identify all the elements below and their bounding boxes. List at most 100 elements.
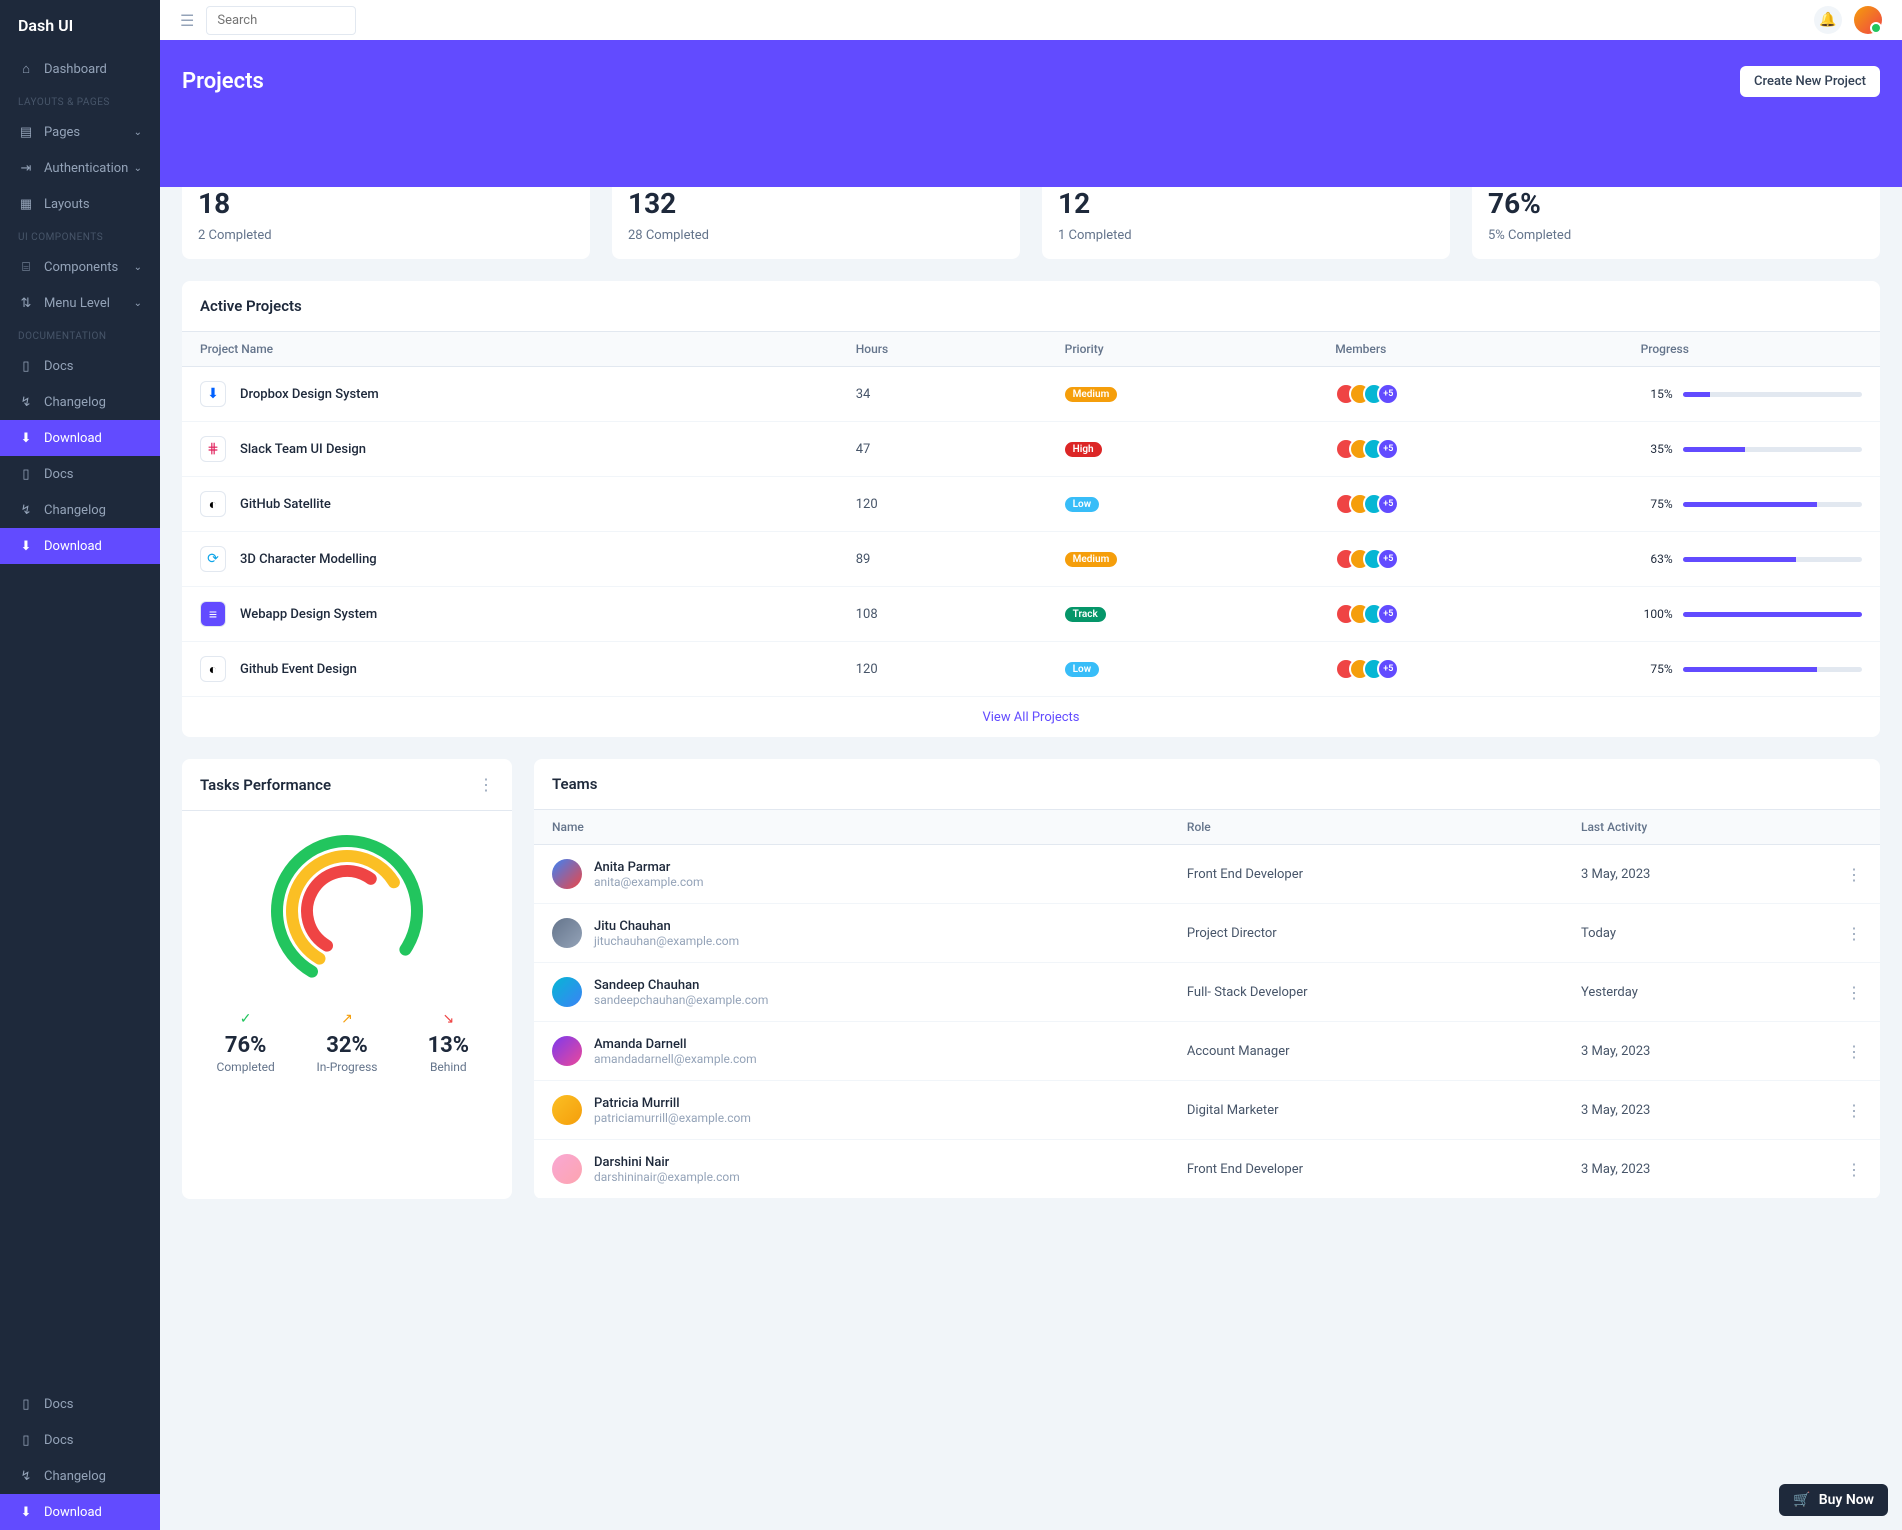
table-row[interactable]: ◐ GitHub Satellite 120 Low +5 75% (182, 477, 1880, 532)
sidebar-item-label: Components (44, 260, 118, 275)
clipboard-icon: ▯ (18, 1396, 34, 1412)
stat-value: 12 (1058, 187, 1434, 220)
view-all-link[interactable]: View All Projects (982, 710, 1079, 725)
table-row[interactable]: ≡ Webapp Design System 108 Track +5 100% (182, 587, 1880, 642)
team-member-name: Patricia Murrill (594, 1096, 751, 1111)
member-more[interactable]: +5 (1377, 438, 1399, 460)
search-input[interactable] (206, 6, 356, 35)
members: +5 (1335, 658, 1604, 680)
teams-table: Name Role Last Activity Anita Parmar ani… (534, 810, 1880, 1199)
sidebar-item-components[interactable]: ⌸ Components ⌄ (0, 249, 160, 285)
table-row[interactable]: Amanda Darnell amandadarnell@example.com… (534, 1022, 1880, 1081)
sidebar-item-menu-level[interactable]: ⇅ Menu Level ⌄ (0, 285, 160, 321)
sidebar-item-docs-4[interactable]: ▯ Docs (0, 1422, 160, 1458)
row-menu-icon[interactable]: ⋮ (1846, 865, 1862, 884)
user-avatar[interactable] (1854, 6, 1882, 34)
layout-icon: ▦ (18, 196, 34, 212)
team-role: Account Manager (1169, 1022, 1563, 1081)
sidebar-item-changelog-3[interactable]: ↯ Changelog (0, 1458, 160, 1494)
main: ☰ 🔔 Projects Create New Project Projects… (160, 0, 1902, 1530)
project-icon: ◐ (200, 656, 226, 682)
table-row[interactable]: ⬇ Dropbox Design System 34 Medium +5 15% (182, 367, 1880, 422)
col-priority: Priority (1047, 332, 1318, 367)
project-name: Webapp Design System (240, 607, 377, 622)
sidebar-item-changelog[interactable]: ↯ Changelog (0, 384, 160, 420)
table-row[interactable]: Jitu Chauhan jituchauhan@example.com Pro… (534, 904, 1880, 963)
git-icon: ↯ (18, 502, 34, 518)
team-role: Front End Developer (1169, 1140, 1563, 1199)
project-hours: 120 (838, 477, 1047, 532)
table-row[interactable]: ⋕ Slack Team UI Design 47 High +5 35% (182, 422, 1880, 477)
project-hours: 89 (838, 532, 1047, 587)
clipboard-icon: ▯ (18, 358, 34, 374)
team-member-email: patriciamurrill@example.com (594, 1111, 751, 1125)
col-last: Last Activity (1563, 810, 1828, 845)
team-member-name: Sandeep Chauhan (594, 978, 768, 993)
sidebar-item-label: Docs (44, 467, 73, 482)
sidebar-item-label: Download (44, 1505, 102, 1520)
sidebar-item-label: Changelog (44, 503, 106, 518)
active-projects-card: Active Projects Project Name Hours Prior… (182, 281, 1880, 737)
stat-sub: 2 Completed (198, 228, 574, 243)
member-more[interactable]: +5 (1377, 548, 1399, 570)
sidebar-item-download[interactable]: ⬇ Download (0, 420, 160, 456)
git-icon: ↯ (18, 1468, 34, 1484)
table-row[interactable]: Darshini Nair darshininair@example.com F… (534, 1140, 1880, 1199)
table-row[interactable]: ⟳ 3D Character Modelling 89 Medium +5 63… (182, 532, 1880, 587)
table-row[interactable]: Patricia Murrill patriciamurrill@example… (534, 1081, 1880, 1140)
sidebar-item-download-2[interactable]: ⬇ Download (0, 528, 160, 564)
progress-bar (1683, 447, 1862, 452)
perf-label: Behind (403, 1060, 494, 1074)
member-more[interactable]: +5 (1377, 658, 1399, 680)
row-menu-icon[interactable]: ⋮ (1846, 1101, 1862, 1120)
member-more[interactable]: +5 (1377, 383, 1399, 405)
download-icon: ⬇ (18, 538, 34, 554)
sidebar-item-docs[interactable]: ▯ Docs (0, 348, 160, 384)
members: +5 (1335, 493, 1604, 515)
menu-toggle-icon[interactable]: ☰ (180, 11, 194, 30)
member-more[interactable]: +5 (1377, 603, 1399, 625)
team-avatar (552, 1095, 582, 1125)
table-row[interactable]: Sandeep Chauhan sandeepchauhan@example.c… (534, 963, 1880, 1022)
table-row[interactable]: ◐ Github Event Design 120 Low +5 75% (182, 642, 1880, 697)
create-project-button[interactable]: Create New Project (1740, 66, 1880, 97)
member-more[interactable]: +5 (1377, 493, 1399, 515)
progress-value: 75% (1641, 662, 1673, 676)
more-icon[interactable]: ⋮ (478, 775, 494, 794)
sidebar-item-label: Dashboard (44, 62, 107, 77)
sidebar-item-pages[interactable]: ▤ Pages ⌄ (0, 114, 160, 150)
priority-badge: Medium (1065, 387, 1118, 402)
brand[interactable]: Dash UI (0, 0, 160, 51)
project-icon: ≡ (200, 601, 226, 627)
notifications-button[interactable]: 🔔 (1814, 6, 1842, 34)
row-menu-icon[interactable]: ⋮ (1846, 1042, 1862, 1061)
col-name: Project Name (182, 332, 838, 367)
project-hours: 120 (838, 642, 1047, 697)
sidebar-item-docs-3[interactable]: ▯ Docs (0, 1386, 160, 1422)
table-row[interactable]: Anita Parmar anita@example.com Front End… (534, 845, 1880, 904)
team-last-activity: 3 May, 2023 (1563, 1081, 1828, 1140)
team-member-name: Darshini Nair (594, 1155, 740, 1170)
row-menu-icon[interactable]: ⋮ (1846, 983, 1862, 1002)
members: +5 (1335, 548, 1604, 570)
team-last-activity: 3 May, 2023 (1563, 1140, 1828, 1199)
project-icon: ⟳ (200, 546, 226, 572)
bell-icon: 🔔 (1819, 12, 1836, 28)
sidebar-item-download-3[interactable]: ⬇ Download (0, 1494, 160, 1530)
sidebar-item-label: Authentication (44, 161, 128, 176)
sidebar-item-docs-2[interactable]: ▯ Docs (0, 456, 160, 492)
page-title: Projects (182, 69, 264, 94)
sidebar-item-layouts[interactable]: ▦ Layouts (0, 186, 160, 222)
priority-badge: Track (1065, 607, 1106, 622)
row-menu-icon[interactable]: ⋮ (1846, 924, 1862, 943)
sidebar-item-changelog-2[interactable]: ↯ Changelog (0, 492, 160, 528)
buy-now-button[interactable]: 🛒 Buy Now (1779, 1484, 1888, 1516)
row-menu-icon[interactable]: ⋮ (1846, 1160, 1862, 1179)
sidebar-item-auth[interactable]: ⇥ Authentication ⌄ (0, 150, 160, 186)
download-icon: ⬇ (18, 430, 34, 446)
file-icon: ▤ (18, 124, 34, 140)
sidebar-item-label: Docs (44, 1433, 73, 1448)
team-member-name: Amanda Darnell (594, 1037, 757, 1052)
sidebar-item-dashboard[interactable]: ⌂ Dashboard (0, 51, 160, 87)
team-avatar (552, 1036, 582, 1066)
